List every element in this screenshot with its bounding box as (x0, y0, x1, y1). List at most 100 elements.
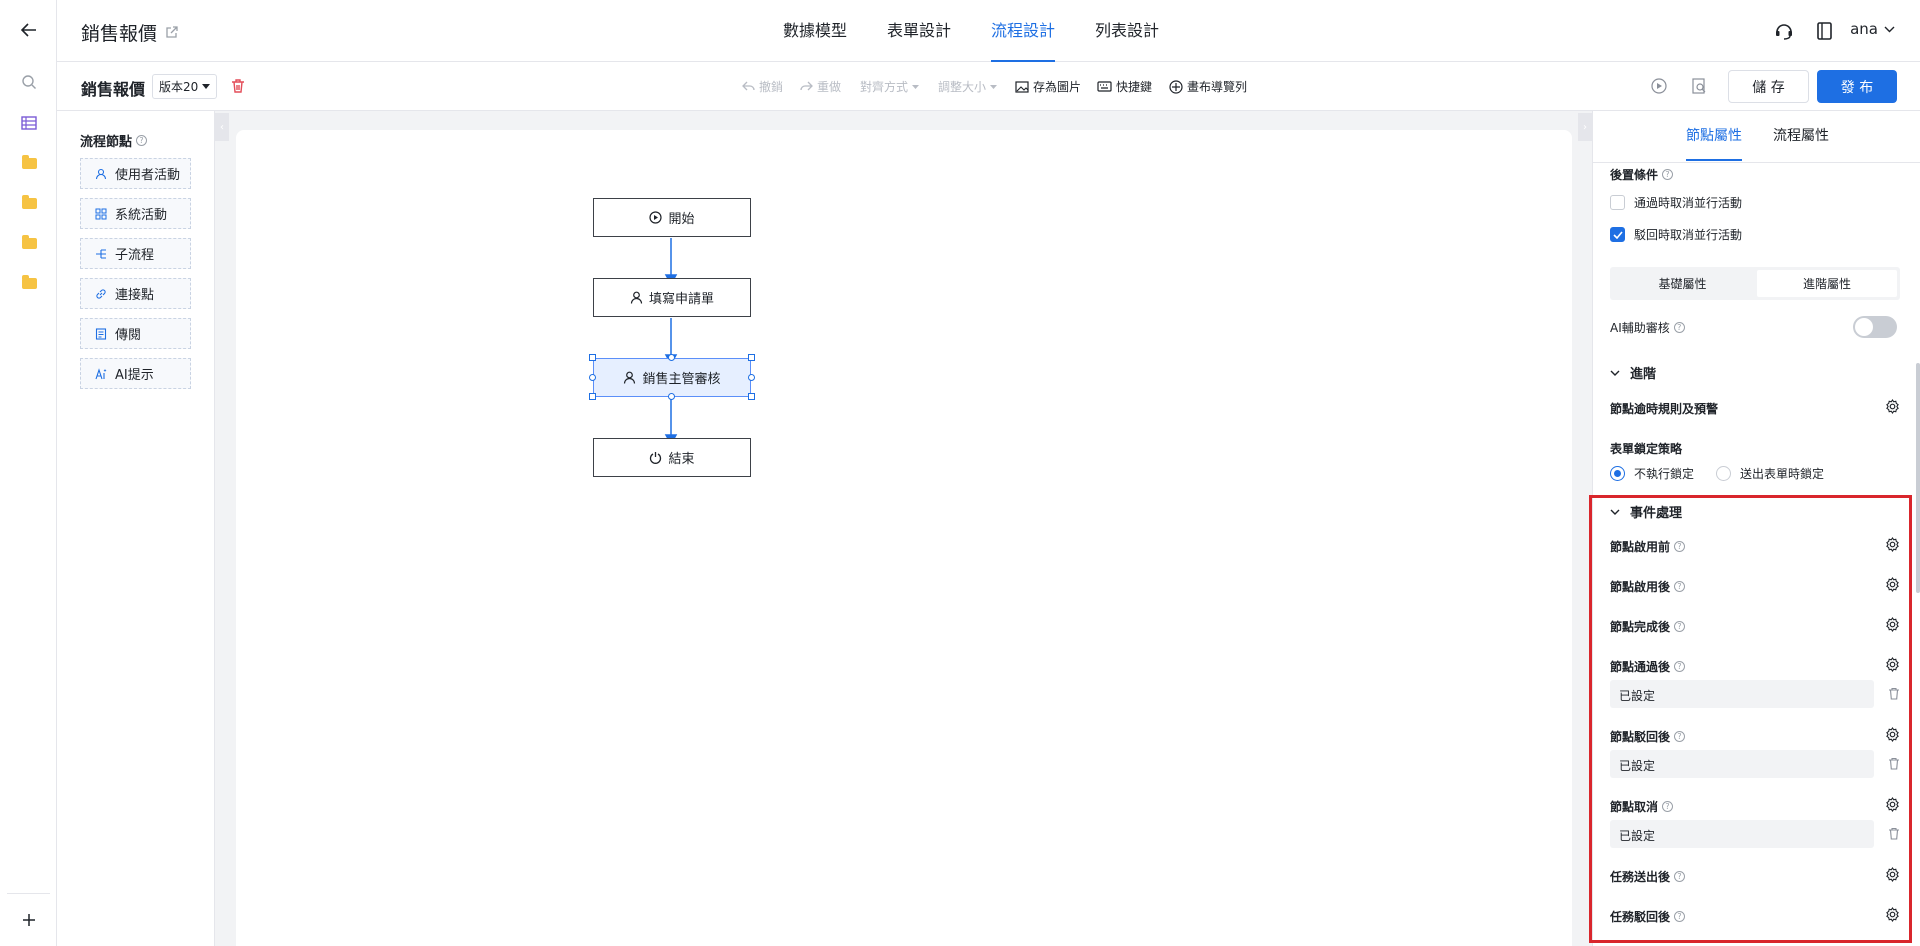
resize-handle[interactable] (589, 393, 596, 400)
lock-strategy-label: 表單鎖定策略 (1610, 442, 1683, 456)
folder-icon[interactable] (18, 192, 40, 214)
flow-node-fill-form[interactable]: 填寫申請單 (593, 278, 751, 317)
property-subtabs: 基礎屬性 進階屬性 (1610, 267, 1900, 300)
connect-handle[interactable] (668, 354, 675, 361)
subtab-basic[interactable]: 基礎屬性 (1610, 267, 1755, 300)
post-condition-text: 後置條件 (1610, 168, 1659, 182)
palette-item-subflow[interactable]: 子流程 (80, 238, 191, 269)
shortcuts-label: 快捷鍵 (1116, 80, 1153, 94)
divider (1593, 162, 1920, 163)
ai-icon (95, 367, 107, 379)
table-icon[interactable] (18, 112, 40, 134)
resize-dropdown[interactable]: 調整大小 (938, 78, 998, 95)
folder-icon[interactable] (18, 272, 40, 294)
connect-handle[interactable] (748, 374, 755, 381)
ai-review-text: AI輔助審核 (1610, 321, 1670, 335)
nav-flow-design[interactable]: 流程設計 (991, 0, 1056, 62)
canvas-nav-label: 畫布導覽列 (1187, 80, 1248, 94)
highlight-box (1589, 495, 1912, 943)
delete-version-icon[interactable] (231, 78, 245, 94)
flow-node-end[interactable]: 結束 (593, 438, 751, 477)
gear-icon[interactable] (1885, 399, 1900, 414)
save-button[interactable]: 儲 存 (1728, 70, 1809, 103)
connect-handle[interactable] (589, 374, 596, 381)
grid-icon (95, 208, 107, 219)
checkbox-box[interactable] (1610, 195, 1625, 210)
tab-node-properties[interactable]: 節點屬性 (1686, 125, 1742, 161)
nav-form-design[interactable]: 表單設計 (887, 0, 951, 62)
node-label: 銷售主管審核 (642, 372, 721, 387)
flow-node-manager-review[interactable]: 銷售主管審核 (593, 358, 751, 397)
align-label: 對齊方式 (860, 80, 909, 94)
check-icon (1612, 230, 1623, 239)
support-icon[interactable] (1774, 21, 1794, 41)
document-icon (95, 327, 107, 340)
toolbar: 銷售報價 版本20 撤銷 重做 對齊方式 調整大小 存為圖片 快捷鍵 畫布導覽列… (57, 62, 1920, 111)
section-title: 進階 (1630, 367, 1657, 382)
user-icon (630, 291, 643, 304)
run-icon[interactable] (1651, 78, 1667, 94)
back-arrow-icon[interactable] (18, 19, 40, 41)
toggle-knob (1855, 318, 1873, 336)
connect-handle[interactable] (668, 393, 675, 400)
palette-item-circulate[interactable]: 傳閱 (80, 318, 191, 349)
book-icon[interactable] (1816, 21, 1834, 41)
advanced-section-header[interactable]: 進階 (1610, 363, 1656, 382)
shortcuts-button[interactable]: 快捷鍵 (1097, 78, 1152, 95)
redo-label: 重做 (817, 80, 842, 94)
radio-selected[interactable] (1610, 466, 1625, 481)
search-icon[interactable] (18, 71, 40, 93)
subtab-advanced[interactable]: 進階屬性 (1757, 270, 1897, 297)
palette-item-label: 使用者活動 (115, 168, 181, 183)
help-icon[interactable]: ? (1662, 169, 1674, 180)
collapse-right-icon[interactable]: › (1578, 113, 1592, 141)
scrollbar[interactable] (1916, 363, 1920, 593)
node-palette: 流程節點 ? 使用者活動 系統活動 子流程 連接點 傳閱 AI提示 (57, 111, 215, 946)
palette-item-ai-prompt[interactable]: AI提示 (80, 358, 191, 389)
lock-option-none[interactable]: 不執行鎖定 (1610, 465, 1694, 482)
flow-node-start[interactable]: 開始 (593, 198, 751, 237)
checkbox-box[interactable] (1610, 227, 1625, 242)
lock-option-on-submit[interactable]: 送出表單時鎖定 (1716, 465, 1824, 482)
undo-button[interactable]: 撤銷 (742, 78, 783, 95)
publish-button[interactable]: 發 布 (1817, 70, 1897, 103)
keyboard-icon (1097, 81, 1112, 92)
flow-canvas[interactable]: 開始 填寫申請單 銷售主管審核 結束 (236, 130, 1572, 946)
folder-icon[interactable] (18, 152, 40, 174)
palette-title-group: 流程節點 ? (80, 131, 148, 150)
version-select[interactable]: 版本20 (152, 74, 218, 99)
cancel-on-pass-checkbox[interactable]: 通過時取消並行活動 (1610, 194, 1742, 211)
palette-item-label: AI提示 (115, 368, 154, 383)
align-dropdown[interactable]: 對齊方式 (860, 78, 920, 95)
external-link-icon[interactable] (165, 26, 178, 39)
palette-item-system-activity[interactable]: 系統活動 (80, 198, 191, 229)
subflow-icon (96, 248, 106, 259)
help-icon[interactable]: ? (136, 135, 148, 146)
palette-item-connector[interactable]: 連接點 (80, 278, 191, 309)
palette-item-label: 連接點 (115, 288, 155, 303)
resize-handle[interactable] (748, 354, 755, 361)
plus-icon[interactable] (18, 909, 40, 931)
collapse-left-icon[interactable]: ‹ (215, 113, 229, 141)
preview-icon[interactable] (1692, 78, 1707, 94)
play-icon (649, 211, 663, 224)
radio-unselected[interactable] (1716, 466, 1731, 481)
resize-handle[interactable] (589, 354, 596, 361)
help-icon[interactable]: ? (1673, 322, 1685, 333)
nav-data-model[interactable]: 數據模型 (783, 0, 847, 62)
cancel-on-reject-checkbox[interactable]: 駁回時取消並行活動 (1610, 226, 1742, 243)
folder-icon[interactable] (18, 232, 40, 254)
chevron-down-icon (1884, 26, 1895, 33)
save-image-button[interactable]: 存為圖片 (1015, 78, 1081, 95)
resize-handle[interactable] (748, 393, 755, 400)
canvas-nav-button[interactable]: 畫布導覽列 (1169, 78, 1247, 95)
divider (7, 893, 50, 894)
undo-icon (742, 81, 755, 91)
redo-button[interactable]: 重做 (800, 78, 841, 95)
nav-list-design[interactable]: 列表設計 (1095, 0, 1159, 62)
ai-review-toggle[interactable] (1853, 316, 1897, 338)
user-menu[interactable]: ana (1850, 20, 1895, 38)
tab-flow-properties[interactable]: 流程屬性 (1773, 125, 1829, 161)
timeout-rule-label: 節點逾時規則及預警 (1610, 402, 1719, 416)
palette-item-user-activity[interactable]: 使用者活動 (80, 158, 191, 189)
